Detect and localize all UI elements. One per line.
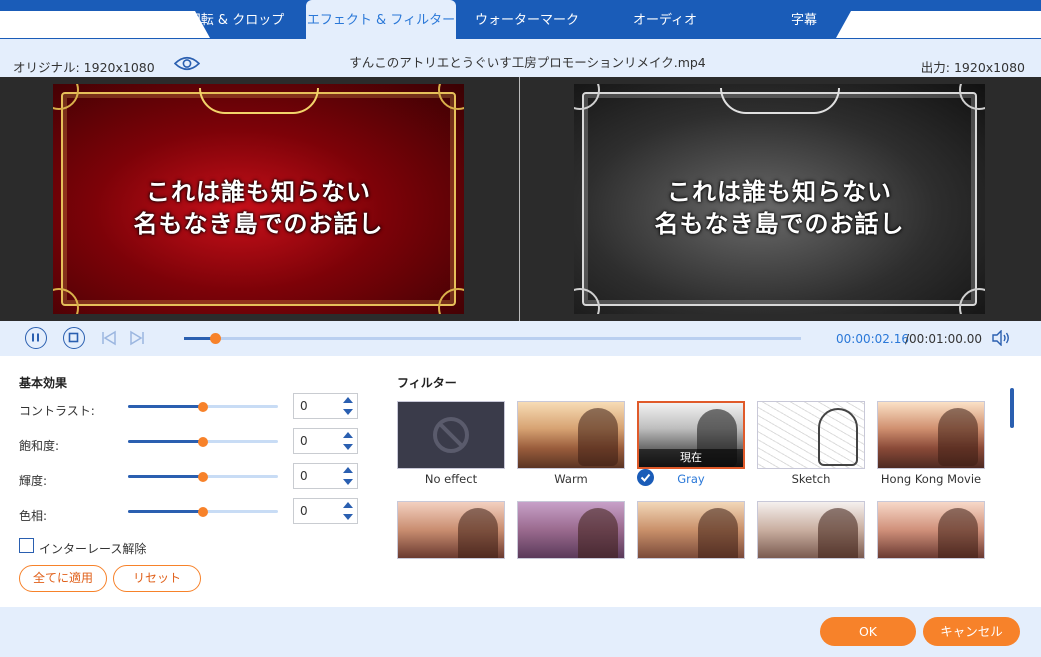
adjust-value: 0: [300, 504, 308, 518]
stop-icon: [68, 332, 79, 343]
tab-watermark[interactable]: ウォーターマーク: [466, 0, 588, 39]
thumbnail-figure: [578, 508, 618, 558]
info-left-panel: [0, 11, 210, 38]
increment-icon[interactable]: [343, 397, 353, 403]
preview-text-line1: これは誰も知らない: [667, 178, 892, 206]
preview-text-line1: これは誰も知らない: [146, 178, 371, 206]
adjust-slider-handle[interactable]: [198, 507, 208, 517]
pause-icon: [32, 333, 39, 342]
deinterlace-checkbox[interactable]: [19, 538, 34, 553]
increment-icon[interactable]: [343, 467, 353, 473]
progress-track[interactable]: [184, 337, 801, 340]
thumbnail-figure: [938, 508, 978, 558]
increment-icon[interactable]: [343, 502, 353, 508]
preview-divider: [519, 77, 520, 321]
stop-button[interactable]: [63, 327, 85, 349]
filter-thumbnail[interactable]: 現在: [637, 401, 745, 469]
adjust-value: 0: [300, 399, 308, 413]
decrement-icon[interactable]: [343, 444, 353, 450]
eye-icon[interactable]: [174, 55, 200, 72]
info-right-panel: [836, 11, 1041, 38]
adjust-value-stepper[interactable]: 0: [293, 498, 358, 524]
adjust-value-stepper[interactable]: 0: [293, 428, 358, 454]
filter-thumbnail[interactable]: [757, 501, 865, 559]
basic-effects-title: 基本効果: [19, 376, 68, 390]
adjust-value: 0: [300, 469, 308, 483]
frame-ornament-top: [719, 88, 840, 114]
filter-thumbnail[interactable]: [397, 401, 505, 469]
adjust-label: 色相:: [19, 509, 48, 523]
filter-name: No effect: [424, 472, 478, 486]
thumbnail-figure: [818, 408, 858, 466]
filter-name: Sketch: [791, 472, 831, 486]
tab-audio[interactable]: オーディオ: [610, 0, 720, 39]
filter-name: Warm: [554, 472, 588, 486]
frame-ornament-top: [198, 88, 319, 114]
current-time: 00:00:02.16: [836, 332, 909, 346]
filter-scrollbar[interactable]: [1010, 388, 1014, 428]
output-preview: これは誰も知らない 名もなき島でのお話し: [574, 84, 985, 314]
previous-frame-icon[interactable]: [101, 330, 117, 346]
filter-thumbnail[interactable]: [877, 401, 985, 469]
adjust-value: 0: [300, 434, 308, 448]
adjust-label: コントラスト:: [19, 404, 95, 418]
original-resolution: オリジナル: 1920x1080: [13, 60, 155, 75]
deinterlace-label: インターレース解除: [39, 542, 147, 556]
thumbnail-figure: [938, 408, 978, 466]
filter-thumbnail[interactable]: [517, 401, 625, 469]
ok-button[interactable]: OK: [820, 617, 916, 646]
filter-thumbnail[interactable]: [517, 501, 625, 559]
adjust-label: 飽和度:: [19, 439, 60, 453]
adjust-slider-handle[interactable]: [198, 437, 208, 447]
reset-button[interactable]: リセット: [113, 565, 201, 592]
filter-name: Hong Kong Movie: [880, 472, 982, 486]
current-filter-label: 現在: [639, 449, 743, 467]
pause-button[interactable]: [25, 327, 47, 349]
preview-text-line2: 名もなき島でのお話し: [654, 210, 905, 238]
adjust-value-stepper[interactable]: 0: [293, 463, 358, 489]
adjust-slider-fill: [128, 440, 203, 443]
original-preview: これは誰も知らない 名もなき島でのお話し: [53, 84, 464, 314]
decrement-icon[interactable]: [343, 479, 353, 485]
apply-all-button[interactable]: 全てに適用: [19, 565, 107, 592]
filter-thumbnail[interactable]: [757, 401, 865, 469]
next-frame-icon[interactable]: [129, 330, 145, 346]
thumbnail-figure: [578, 408, 618, 466]
adjust-slider-fill: [128, 510, 203, 513]
decrement-icon[interactable]: [343, 409, 353, 415]
adjust-label: 輝度:: [19, 474, 48, 488]
volume-icon[interactable]: [991, 330, 1011, 346]
preview-text-line2: 名もなき島でのお話し: [133, 210, 384, 238]
total-time: /00:01:00.00: [905, 332, 983, 346]
selected-check-icon: [637, 469, 654, 486]
increment-icon[interactable]: [343, 432, 353, 438]
adjust-slider-fill: [128, 405, 203, 408]
thumbnail-figure: [458, 508, 498, 558]
adjust-value-stepper[interactable]: 0: [293, 393, 358, 419]
decrement-icon[interactable]: [343, 514, 353, 520]
filters-title: フィルター: [397, 376, 457, 390]
thumbnail-figure: [698, 508, 738, 558]
no-effect-icon: [433, 417, 469, 453]
output-resolution: 出力: 1920x1080: [920, 60, 1025, 75]
adjust-slider-handle[interactable]: [198, 402, 208, 412]
progress-handle[interactable]: [210, 333, 221, 344]
file-name: すんこのアトリエとうぐいす工房プロモーションリメイク.mp4: [349, 55, 706, 70]
adjust-slider-handle[interactable]: [198, 472, 208, 482]
thumbnail-figure: [818, 508, 858, 558]
tab-effects-filters[interactable]: エフェクト & フィルター: [306, 0, 456, 39]
cancel-button[interactable]: キャンセル: [923, 617, 1020, 646]
filter-thumbnail[interactable]: [397, 501, 505, 559]
filter-thumbnail[interactable]: [637, 501, 745, 559]
adjust-slider-fill: [128, 475, 203, 478]
filter-thumbnail[interactable]: [877, 501, 985, 559]
